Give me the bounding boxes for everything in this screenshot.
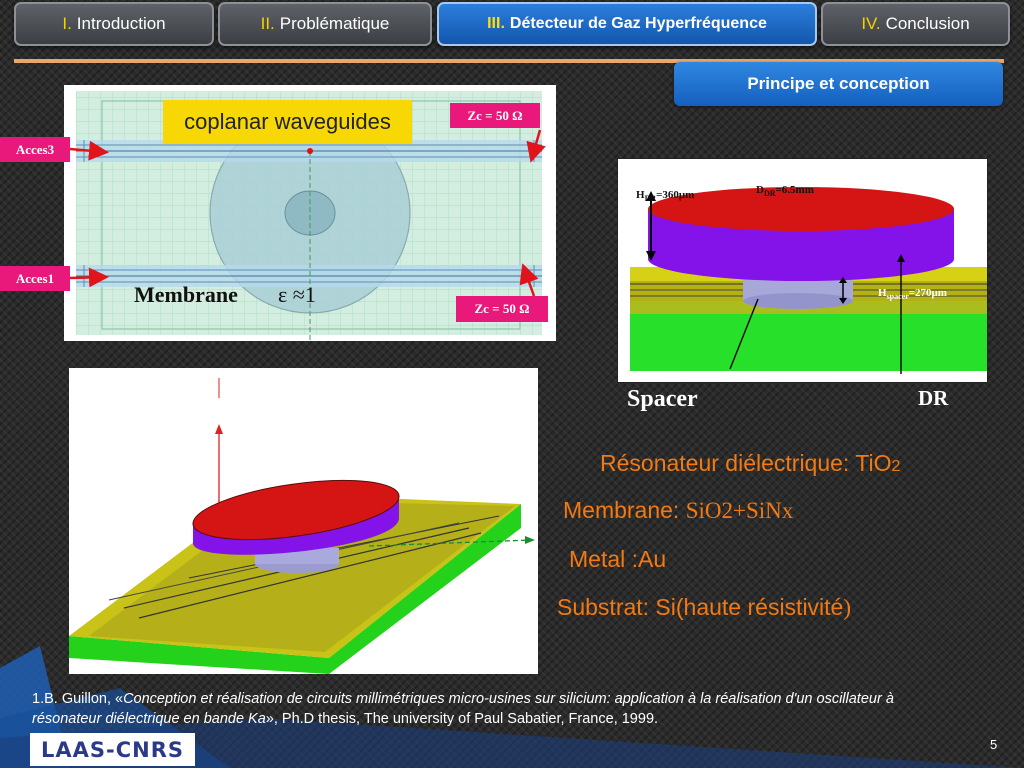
d-dr-label: DDR=6.5mm (756, 184, 814, 198)
h-spacer-label: Hspacer=270μm (878, 287, 947, 301)
membrane-label: Membrane (134, 282, 238, 307)
tab-problematique[interactable]: II. Problématique (218, 2, 432, 46)
substrate-text: Substrat: Si(haute résistivité (557, 594, 844, 620)
resonator-subscript: 2 (891, 458, 901, 475)
d-dr-symbol: D (756, 184, 764, 196)
d-dr-subscript: DR (763, 189, 776, 199)
h-spacer-symbol: H (878, 287, 887, 299)
tab-label: Détecteur de Gaz Hyperfréquence (509, 15, 767, 32)
bullet-substrate: Substrat: Si(haute résistivité) (557, 594, 851, 621)
page-number: 5 (990, 737, 998, 752)
resonator-text: Résonateur diélectrique: TiO (600, 450, 892, 476)
tab-conclusion[interactable]: IV. Conclusion (821, 2, 1010, 46)
tab-introduction[interactable]: I. Introduction (14, 2, 214, 46)
dr-label: DR (918, 386, 949, 410)
laas-cnrs-logo: LAAS-CNRS (30, 733, 195, 766)
dr-cross-section-figure: HDR=360μm DDR=6.5mm Hspacer=270μm (617, 158, 988, 383)
tab-number: I. (62, 14, 72, 33)
h-dr-subscript: DR (644, 194, 657, 204)
bullet-metal: Metal :Au (569, 546, 667, 572)
tab-detecteur[interactable]: III. Détecteur de Gaz Hyperfréquence (437, 2, 817, 46)
h-dr-symbol: H (636, 189, 645, 201)
logo-text: LAAS-CNRS (40, 737, 184, 762)
tab-number: III. (487, 15, 505, 32)
h-spacer-subscript: spacer (886, 292, 909, 302)
spacer-label: Spacer (627, 386, 698, 412)
tab-label: Problématique (279, 14, 390, 33)
h-dr-label: HDR=360μm (636, 189, 694, 203)
bullet-resonator: Résonateur diélectrique: TiO2 (600, 450, 900, 477)
reference-prefix: 1.B. Guillon, « (32, 691, 124, 707)
membrane-material: SiO2+SiNx (685, 498, 794, 523)
reference-citation: 1.B. Guillon, «Conception et réalisation… (32, 689, 932, 729)
tab-label: Conclusion (885, 14, 970, 33)
h-dr-value: =360μm (656, 189, 695, 201)
h-spacer-value: =270μm (908, 287, 947, 299)
tab-label: Introduction (76, 14, 166, 33)
access3-label: Acces3 (0, 137, 70, 162)
d-dr-value: =6.5mm (775, 184, 814, 196)
substrate-paren: ) (843, 595, 852, 620)
tab-number: IV. (861, 14, 881, 33)
zc-bottom-label: Zc = 50 Ω (456, 296, 548, 322)
membrane-text: Membrane: (563, 497, 686, 523)
coplanar-waveguides-label: coplanar waveguides (163, 100, 412, 144)
section-header: Principe et conception (674, 62, 1003, 106)
access1-label: Acces1 (0, 266, 70, 291)
tab-number: II. (260, 14, 275, 33)
epsilon-label: ε ≈1 (278, 282, 316, 307)
bullet-membrane: Membrane: SiO2+SiNx (563, 497, 793, 524)
zc-top-label: Zc = 50 Ω (450, 103, 540, 128)
reference-suffix: », Ph.D thesis, The university of Paul S… (265, 711, 659, 727)
